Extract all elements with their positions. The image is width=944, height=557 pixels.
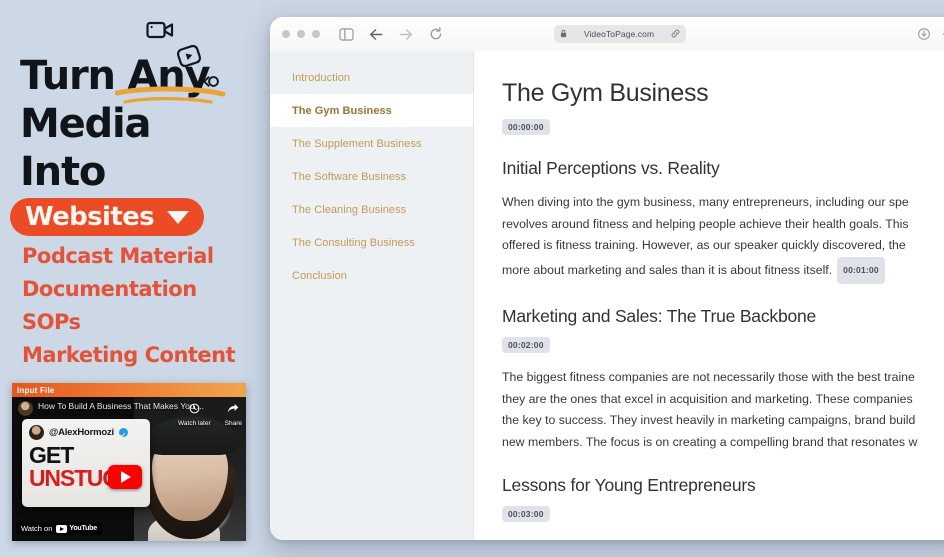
- paragraph-line: offered is fitness training. However, as…: [502, 238, 906, 252]
- minimize-window-button[interactable]: [297, 30, 305, 38]
- close-window-button[interactable]: [282, 30, 290, 38]
- thumbnail-overlay-line-1: GET: [29, 442, 74, 468]
- input-file-bar: Input File: [12, 383, 246, 397]
- video-camera-icon: [146, 20, 174, 45]
- browser-content: Introduction The Gym Business The Supple…: [270, 51, 944, 540]
- section-paragraph: When diving into the gym business, many …: [502, 192, 944, 284]
- promo-option[interactable]: Podcast Material: [22, 240, 262, 273]
- forward-arrow-icon[interactable]: [396, 24, 416, 44]
- maximize-window-button[interactable]: [312, 30, 320, 38]
- paragraph-line-with-timestamp: more about marketing and sales than it i…: [502, 256, 944, 284]
- video-thumbnail[interactable]: @AlexHormozi GET UNSTUCK How To Build A …: [12, 397, 246, 541]
- promo-option[interactable]: Documentation: [22, 273, 262, 306]
- websites-pill-label: Websites: [24, 202, 155, 232]
- section-heading: Initial Perceptions vs. Reality: [502, 158, 720, 178]
- headline-line-3: Into: [20, 149, 106, 195]
- sidebar-item-the-software-business[interactable]: The Software Business: [270, 160, 473, 193]
- document-table-of-contents: Introduction The Gym Business The Supple…: [270, 51, 474, 540]
- share-icon: [228, 403, 239, 413]
- youtube-logo-icon: YouTube: [56, 524, 97, 533]
- input-file-label: Input File: [17, 385, 55, 395]
- chevron-down-icon: [167, 210, 190, 224]
- promo-options-list: Podcast Material Documentation SOPs Mark…: [22, 240, 262, 372]
- section-timestamp-row: 00:02:00: [502, 336, 944, 354]
- youtube-play-box: [56, 524, 68, 533]
- sidebar-item-the-cleaning-business[interactable]: The Cleaning Business: [270, 193, 473, 226]
- clock-icon: [189, 403, 200, 414]
- play-triangle-icon: [121, 471, 131, 483]
- tweet-handle: @AlexHormozi: [49, 427, 114, 438]
- timestamp-badge[interactable]: 00:01:00: [837, 256, 885, 284]
- browser-window: VideoToPage.com Introduction The Gym Bus…: [270, 17, 944, 540]
- youtube-wordmark: YouTube: [69, 525, 97, 532]
- sidebar-item-the-gym-business[interactable]: The Gym Business: [270, 94, 473, 127]
- verified-badge-icon: [118, 428, 128, 437]
- headline-line-2: Media: [20, 101, 151, 147]
- tweet-card-header: @AlexHormozi: [29, 425, 143, 440]
- paragraph-line: revolves around fitness and helping peop…: [502, 216, 909, 231]
- paragraph-line: The biggest fitness companies are not ne…: [502, 370, 915, 384]
- download-icon[interactable]: [914, 24, 934, 44]
- reload-icon[interactable]: [426, 24, 446, 44]
- timestamp-badge[interactable]: 00:02:00: [502, 336, 550, 353]
- sidebar-item-the-supplement-business[interactable]: The Supplement Business: [270, 127, 473, 160]
- sidebar-item-conclusion[interactable]: Conclusion: [270, 259, 473, 292]
- share-label: Share: [224, 420, 242, 427]
- promo-headline: Turn Any Media Into: [20, 52, 260, 196]
- window-traffic-lights[interactable]: [282, 30, 320, 38]
- timestamp-badge[interactable]: 00:00:00: [502, 118, 550, 135]
- thumbnail-tweet-card: @AlexHormozi GET UNSTUCK: [22, 419, 150, 507]
- websites-dropdown-pill[interactable]: Websites: [10, 198, 204, 236]
- url-bar[interactable]: VideoToPage.com: [554, 25, 686, 43]
- link-icon[interactable]: [671, 25, 680, 43]
- paragraph-line: they are the ones that excel in acquisit…: [502, 391, 913, 406]
- share-action[interactable]: Share: [225, 401, 242, 427]
- promo-option[interactable]: Marketing Content: [22, 339, 262, 372]
- paragraph-line-text: more about marketing and sales than it i…: [502, 262, 833, 277]
- back-arrow-icon[interactable]: [366, 24, 386, 44]
- sidebar-item-the-consulting-business[interactable]: The Consulting Business: [270, 226, 473, 259]
- watch-later-action[interactable]: Watch later: [178, 401, 211, 427]
- timestamp-badge[interactable]: 00:03:00: [502, 505, 550, 522]
- paragraph-line: When diving into the gym business, many …: [502, 195, 909, 209]
- section-paragraph: The biggest fitness companies are not ne…: [502, 367, 944, 453]
- document-body: The Gym Business 00:00:00 Initial Percep…: [474, 51, 944, 540]
- section-heading: Lessons for Young Entrepreneurs: [502, 475, 756, 495]
- promo-panel: Turn Any Media Into Websites Podcast Mat…: [0, 0, 262, 557]
- channel-avatar: [18, 401, 33, 416]
- promo-option[interactable]: SOPs: [22, 306, 262, 339]
- watch-later-label: Watch later: [178, 420, 211, 427]
- paragraph-line: For young entrepreneurs looking to break…: [502, 536, 944, 540]
- browser-toolbar: VideoToPage.com: [270, 17, 944, 51]
- input-file-card: Input File @AlexHormozi GET UNSTUCK How …: [12, 383, 246, 541]
- sidebar-item-introduction[interactable]: Introduction: [270, 61, 473, 94]
- play-button-icon[interactable]: [108, 465, 142, 489]
- toolbar-right-actions: [914, 24, 944, 44]
- section-timestamp-row: 00:03:00: [502, 505, 944, 523]
- url-text: VideoToPage.com: [583, 29, 655, 39]
- avatar: [29, 425, 44, 440]
- plus-icon[interactable]: [938, 24, 944, 44]
- thumbnail-actions: Watch later Share: [178, 401, 242, 427]
- title-timestamp-row: 00:00:00: [502, 118, 944, 136]
- page-title: The Gym Business: [502, 79, 709, 107]
- headline-line-1: Turn Any: [20, 53, 211, 99]
- paragraph-line: new members. The focus is on creating a …: [502, 434, 918, 449]
- lock-icon: [560, 25, 567, 43]
- paragraph-line: the key to success. They invest heavily …: [502, 413, 916, 427]
- sidebar-toggle-icon[interactable]: [336, 24, 356, 44]
- section-heading: Marketing and Sales: The True Backbone: [502, 306, 817, 326]
- watch-on-label: Watch on: [21, 524, 53, 533]
- section-paragraph: For young entrepreneurs looking to break…: [502, 536, 944, 540]
- watch-on-youtube-badge[interactable]: Watch on YouTube: [16, 522, 102, 535]
